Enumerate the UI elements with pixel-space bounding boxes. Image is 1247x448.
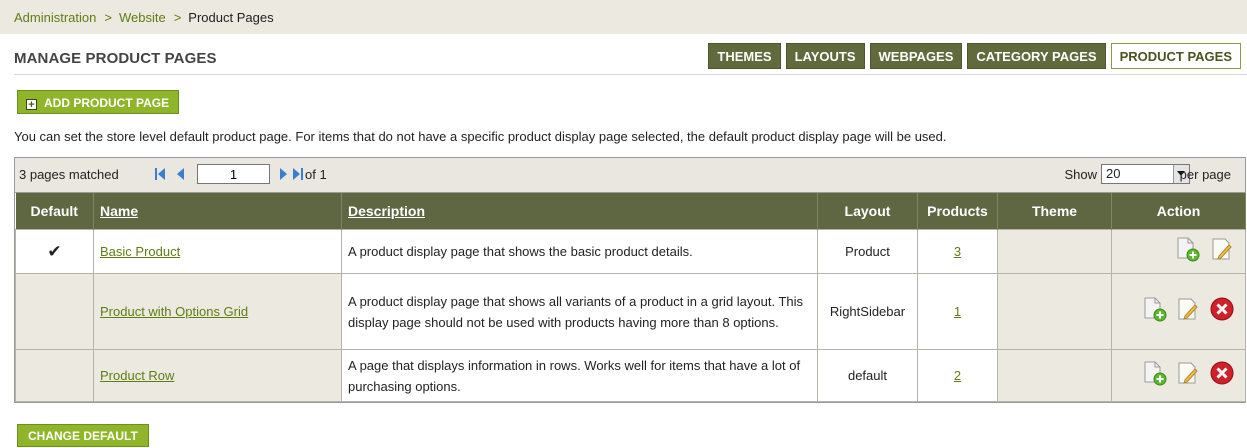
action-cell (1111, 229, 1246, 274)
page-name-link[interactable]: Product with Options Grid (100, 304, 248, 319)
edit-page-icon[interactable] (1209, 236, 1235, 268)
copy-page-icon[interactable] (1175, 236, 1201, 268)
edit-page-icon[interactable] (1175, 360, 1201, 392)
breadcrumb-link-administration[interactable]: Administration (14, 10, 96, 25)
page-size-value: 20 (1106, 166, 1121, 181)
theme-cell (997, 229, 1112, 274)
products-cell: 2 (917, 349, 998, 402)
breadcrumb-separator: > (173, 10, 182, 25)
name-cell: Basic Product (93, 229, 342, 274)
copy-page-icon[interactable] (1142, 296, 1168, 328)
default-cell: ✔ (15, 229, 94, 274)
column-header-theme: Theme (997, 193, 1112, 230)
product-pages-grid: 3 pages matched of 1 Show 20 per page De… (14, 157, 1246, 403)
product-pages-table: Default Name Description Layout Products… (15, 193, 1246, 402)
column-header-action: Action (1111, 193, 1246, 230)
page-name-link[interactable]: Basic Product (100, 244, 180, 259)
layout-cell: default (817, 349, 918, 402)
default-cell (15, 273, 94, 350)
delete-page-icon[interactable] (1209, 296, 1235, 328)
tab-webpages[interactable]: WEBPAGES (869, 43, 963, 69)
table-row: Product Row A page that displays informa… (15, 349, 1246, 402)
breadcrumb-current: Product Pages (188, 10, 274, 25)
default-cell (15, 349, 94, 402)
tab-themes[interactable]: THEMES (708, 43, 781, 69)
matched-count: 3 pages matched (19, 167, 119, 182)
products-count-link[interactable]: 3 (954, 244, 961, 259)
action-cell (1111, 273, 1246, 350)
edit-page-icon[interactable] (1175, 296, 1201, 328)
layout-cell: Product (817, 229, 918, 274)
page-number-input[interactable] (197, 164, 270, 184)
previous-page-icon[interactable] (175, 167, 187, 181)
tab-category-pages[interactable]: CATEGORY PAGES (967, 43, 1106, 69)
checkmark-icon: ✔ (47, 241, 62, 261)
pager-bar: 3 pages matched of 1 Show 20 per page (15, 158, 1245, 193)
per-page-label: per page (1179, 167, 1231, 182)
page-title: MANAGE PRODUCT PAGES (14, 50, 217, 67)
column-header-layout: Layout (817, 193, 918, 230)
name-cell: Product Row (93, 349, 342, 402)
copy-page-icon[interactable] (1142, 360, 1168, 392)
page-name-link[interactable]: Product Row (100, 368, 174, 383)
change-default-button[interactable]: CHANGE DEFAULT (17, 424, 149, 447)
next-page-icon[interactable] (277, 167, 289, 181)
add-product-page-button[interactable]: + ADD PRODUCT PAGE (17, 90, 180, 114)
breadcrumb: Administration > Website > Product Pages (0, 0, 1247, 34)
page-total: of 1 (305, 167, 327, 182)
description-cell: A product display page that shows all va… (341, 273, 818, 350)
name-cell: Product with Options Grid (93, 273, 342, 350)
last-page-icon[interactable] (292, 167, 304, 181)
layout-cell: RightSidebar (817, 273, 918, 350)
action-cell (1111, 349, 1246, 402)
tab-layouts[interactable]: LAYOUTS (785, 43, 865, 69)
table-row: ✔ Basic Product A product display page t… (15, 229, 1246, 274)
column-header-default: Default (15, 193, 94, 230)
products-cell: 1 (917, 273, 998, 350)
breadcrumb-link-website[interactable]: Website (119, 10, 166, 25)
section-tabs: THEMES LAYOUTS WEBPAGES CATEGORY PAGES P… (708, 43, 1241, 69)
table-header-row: Default Name Description Layout Products… (15, 193, 1246, 230)
delete-page-icon[interactable] (1209, 360, 1235, 392)
column-header-products: Products (917, 193, 998, 230)
title-divider (14, 74, 1247, 75)
breadcrumb-separator: > (104, 10, 112, 25)
description-cell: A product display page that shows the ba… (341, 229, 818, 274)
products-cell: 3 (917, 229, 998, 274)
description-cell: A page that displays information in rows… (341, 349, 818, 402)
theme-cell (997, 349, 1112, 402)
column-header-name: Name (93, 193, 342, 230)
first-page-icon[interactable] (154, 167, 166, 181)
show-label: Show (1064, 167, 1097, 182)
plus-icon: + (26, 99, 37, 111)
products-count-link[interactable]: 2 (954, 368, 961, 383)
theme-cell (997, 273, 1112, 350)
sort-by-description-link[interactable]: Description (348, 203, 425, 219)
info-text: You can set the store level default prod… (14, 129, 947, 144)
sort-by-name-link[interactable]: Name (100, 203, 138, 219)
tab-product-pages[interactable]: PRODUCT PAGES (1110, 43, 1241, 69)
table-row: Product with Options Grid A product disp… (15, 273, 1246, 350)
page-size-select[interactable]: 20 (1101, 164, 1190, 184)
add-product-page-label: ADD PRODUCT PAGE (44, 96, 170, 110)
products-count-link[interactable]: 1 (954, 304, 961, 319)
column-header-description: Description (341, 193, 818, 230)
